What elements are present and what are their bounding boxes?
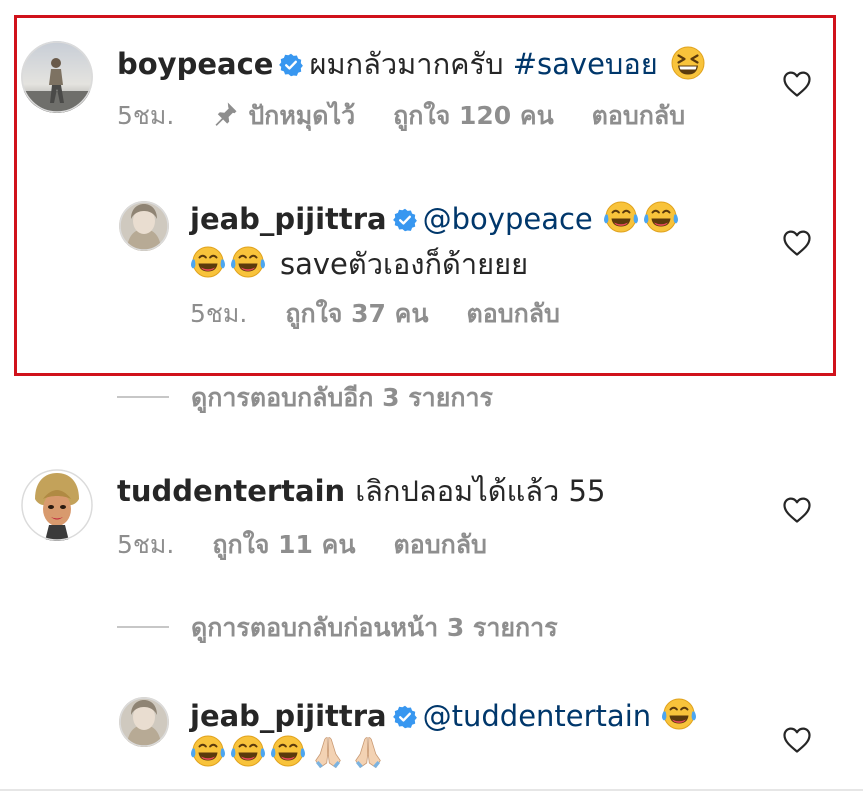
mention-link[interactable]: @tuddentertain [423, 699, 652, 733]
avatar[interactable] [119, 201, 169, 251]
reply-button[interactable]: ตอบกลับ [592, 101, 685, 130]
face-with-tears-of-joy-icon [603, 200, 639, 236]
divider [117, 396, 169, 398]
avatar[interactable] [21, 41, 93, 113]
username[interactable]: boypeace [117, 47, 273, 81]
bottom-divider [0, 789, 863, 791]
avatar[interactable] [21, 469, 93, 541]
reply-line-2 [190, 734, 386, 771]
reply-button[interactable]: ตอบกลับ [466, 299, 559, 328]
comment-line: boypeace ผมกลัวมากครับ #saveบอย [117, 45, 706, 82]
reply-line: jeab_pijittra @tuddentertain [190, 697, 697, 734]
timestamp: 5ชม. [190, 299, 248, 328]
comment-text: เลิกปลอมได้แล้ว 55 [355, 474, 606, 508]
likes-count[interactable]: ถูกใจ 120 คน [393, 101, 554, 130]
like-heart-icon[interactable] [782, 726, 812, 754]
comment-meta: 5ชม. ปักหมุดไว้ ถูกใจ 120 คน ตอบกลับ [117, 100, 723, 132]
mention-link[interactable]: @boypeace [423, 202, 593, 236]
likes-count[interactable]: ถูกใจ 37 คน [285, 299, 428, 328]
view-previous-replies-label: ดูการตอบกลับก่อนหน้า 3 รายการ [191, 613, 558, 642]
comment-meta: 5ชม. ถูกใจ 11 คน ตอบกลับ [117, 529, 525, 561]
reply-line-2: saveตัวเองก็ด้ายยย [190, 245, 528, 282]
verified-badge-icon [393, 705, 417, 729]
face-with-tears-of-joy-icon [230, 734, 266, 770]
username[interactable]: jeab_pijittra [190, 202, 387, 236]
comment-line: tuddentertain เลิกปลอมได้แล้ว 55 [117, 473, 605, 509]
username[interactable]: tuddentertain [117, 474, 345, 508]
face-with-tears-of-joy-icon [190, 245, 226, 281]
hashtag-link[interactable]: #saveบอย [513, 47, 658, 81]
comment-text: ผมกลัวมากครับ [309, 47, 513, 81]
comments-screen: boypeace ผมกลัวมากครับ #saveบอย 5ชม. ปักหม… [0, 0, 863, 796]
folded-hands-icon [310, 734, 346, 770]
likes-count[interactable]: ถูกใจ 11 คน [212, 530, 355, 559]
timestamp: 5ชม. [117, 101, 175, 130]
divider [117, 626, 169, 628]
reply-meta: 5ชม. ถูกใจ 37 คน ตอบกลับ [190, 298, 598, 330]
pin-icon [212, 101, 238, 127]
timestamp: 5ชม. [117, 530, 175, 559]
face-with-tears-of-joy-icon [270, 734, 306, 770]
verified-badge-icon [393, 208, 417, 232]
folded-hands-icon [350, 734, 386, 770]
reply-line: jeab_pijittra @boypeace [190, 200, 679, 237]
like-heart-icon[interactable] [782, 229, 812, 257]
username[interactable]: jeab_pijittra [190, 699, 387, 733]
pinned-text: ปักหมุดไว้ [248, 101, 356, 130]
reply-text: saveตัวเองก็ด้ายยย [280, 247, 529, 281]
view-previous-replies-button[interactable]: ดูการตอบกลับก่อนหน้า 3 รายการ [117, 612, 558, 644]
face-with-tears-of-joy-icon [661, 697, 697, 733]
avatar[interactable] [119, 697, 169, 747]
like-heart-icon[interactable] [782, 496, 812, 524]
view-more-replies-label: ดูการตอบกลับอีก 3 รายการ [191, 383, 493, 412]
face-with-tears-of-joy-icon [643, 200, 679, 236]
grinning-squinting-face-icon [670, 45, 706, 81]
face-with-tears-of-joy-icon [190, 734, 226, 770]
like-heart-icon[interactable] [782, 70, 812, 98]
face-with-tears-of-joy-icon [230, 245, 266, 281]
view-more-replies-button[interactable]: ดูการตอบกลับอีก 3 รายการ [117, 382, 493, 414]
pinned-label: ปักหมุดไว้ [212, 101, 355, 130]
verified-badge-icon [279, 53, 303, 77]
reply-button[interactable]: ตอบกลับ [393, 530, 486, 559]
